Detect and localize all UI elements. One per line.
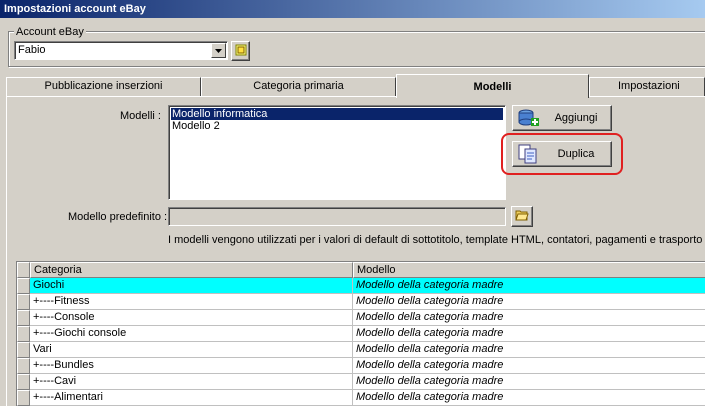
tab-impostazioni[interactable]: Impostazioni <box>589 77 705 97</box>
row-indicator[interactable] <box>17 374 30 390</box>
category-cell[interactable]: Giochi <box>30 278 353 294</box>
category-model-grid[interactable]: Categoria Modello Giochi Modello della ca… <box>16 261 705 406</box>
row-indicator[interactable] <box>17 358 30 374</box>
window-title: Impostazioni account eBay <box>0 0 705 18</box>
table-row[interactable]: +----Alimentari Modello della categoria m… <box>17 390 705 406</box>
grid-header: Categoria Modello <box>17 262 705 278</box>
model-cell[interactable]: Modello della categoria madre <box>353 310 705 326</box>
category-cell[interactable]: +----Fitness <box>30 294 353 310</box>
default-model-info: I modelli vengono utilizzati per i valor… <box>168 234 703 246</box>
duplicate-highlight-ring <box>501 133 623 175</box>
model-cell[interactable]: Modello della categoria madre <box>353 326 705 342</box>
database-add-icon <box>517 108 541 128</box>
row-indicator[interactable] <box>17 390 30 406</box>
models-label: Modelli : <box>120 110 161 122</box>
header-categoria[interactable]: Categoria <box>30 262 353 278</box>
table-row[interactable]: Giochi Modello della categoria madre <box>17 278 705 294</box>
table-row[interactable]: +----Giochi console Modello della categor… <box>17 326 705 342</box>
list-item[interactable]: Modello informatica <box>171 108 503 120</box>
category-cell[interactable]: +----Console <box>30 310 353 326</box>
category-cell[interactable]: +----Giochi console <box>30 326 353 342</box>
table-row[interactable]: +----Fitness Modello della categoria madr… <box>17 294 705 310</box>
table-row[interactable]: +----Bundles Modello della categoria madr… <box>17 358 705 374</box>
account-edit-button[interactable] <box>231 41 250 61</box>
tab-bar: Pubblicazione inserzioni Categoria prima… <box>0 74 705 98</box>
account-select-value: Fabio <box>18 44 46 56</box>
table-row[interactable]: +----Console Modello della categoria madr… <box>17 310 705 326</box>
row-indicator[interactable] <box>17 278 30 294</box>
category-cell[interactable]: Vari <box>30 342 353 358</box>
account-group-label: Account eBay <box>14 26 86 38</box>
model-cell[interactable]: Modello della categoria madre <box>353 294 705 310</box>
model-cell[interactable]: Modello della categoria madre <box>353 342 705 358</box>
table-row[interactable]: +----Cavi Modello della categoria madre <box>17 374 705 390</box>
model-cell[interactable]: Modello della categoria madre <box>353 278 705 294</box>
account-select[interactable]: Fabio <box>14 41 228 60</box>
tab-pubblicazione-inserzioni[interactable]: Pubblicazione inserzioni <box>6 77 201 97</box>
add-model-button[interactable]: Aggiungi <box>512 105 612 131</box>
add-model-label: Aggiungi <box>554 112 598 124</box>
category-cell[interactable]: +----Bundles <box>30 358 353 374</box>
row-indicator[interactable] <box>17 294 30 310</box>
models-listbox[interactable]: Modello informatica Modello 2 <box>168 105 506 200</box>
row-indicator[interactable] <box>17 310 30 326</box>
row-indicator[interactable] <box>17 342 30 358</box>
tab-categoria-primaria[interactable]: Categoria primaria <box>201 77 396 97</box>
tab-modelli[interactable]: Modelli <box>396 74 589 98</box>
list-item[interactable]: Modello 2 <box>171 120 503 132</box>
browse-model-button[interactable] <box>511 206 533 227</box>
default-model-field <box>168 207 506 226</box>
chevron-down-icon[interactable] <box>211 43 226 58</box>
model-cell[interactable]: Modello della categoria madre <box>353 390 705 406</box>
category-cell[interactable]: +----Alimentari <box>30 390 353 406</box>
category-cell[interactable]: +----Cavi <box>30 374 353 390</box>
edit-icon <box>235 44 247 59</box>
table-row[interactable]: Vari Modello della categoria madre <box>17 342 705 358</box>
grid-corner <box>17 262 30 278</box>
folder-open-icon <box>515 209 529 224</box>
model-cell[interactable]: Modello della categoria madre <box>353 374 705 390</box>
header-modello[interactable]: Modello <box>353 262 705 278</box>
row-indicator[interactable] <box>17 326 30 342</box>
model-cell[interactable]: Modello della categoria madre <box>353 358 705 374</box>
default-model-label: Modello predefinito : <box>68 211 168 223</box>
